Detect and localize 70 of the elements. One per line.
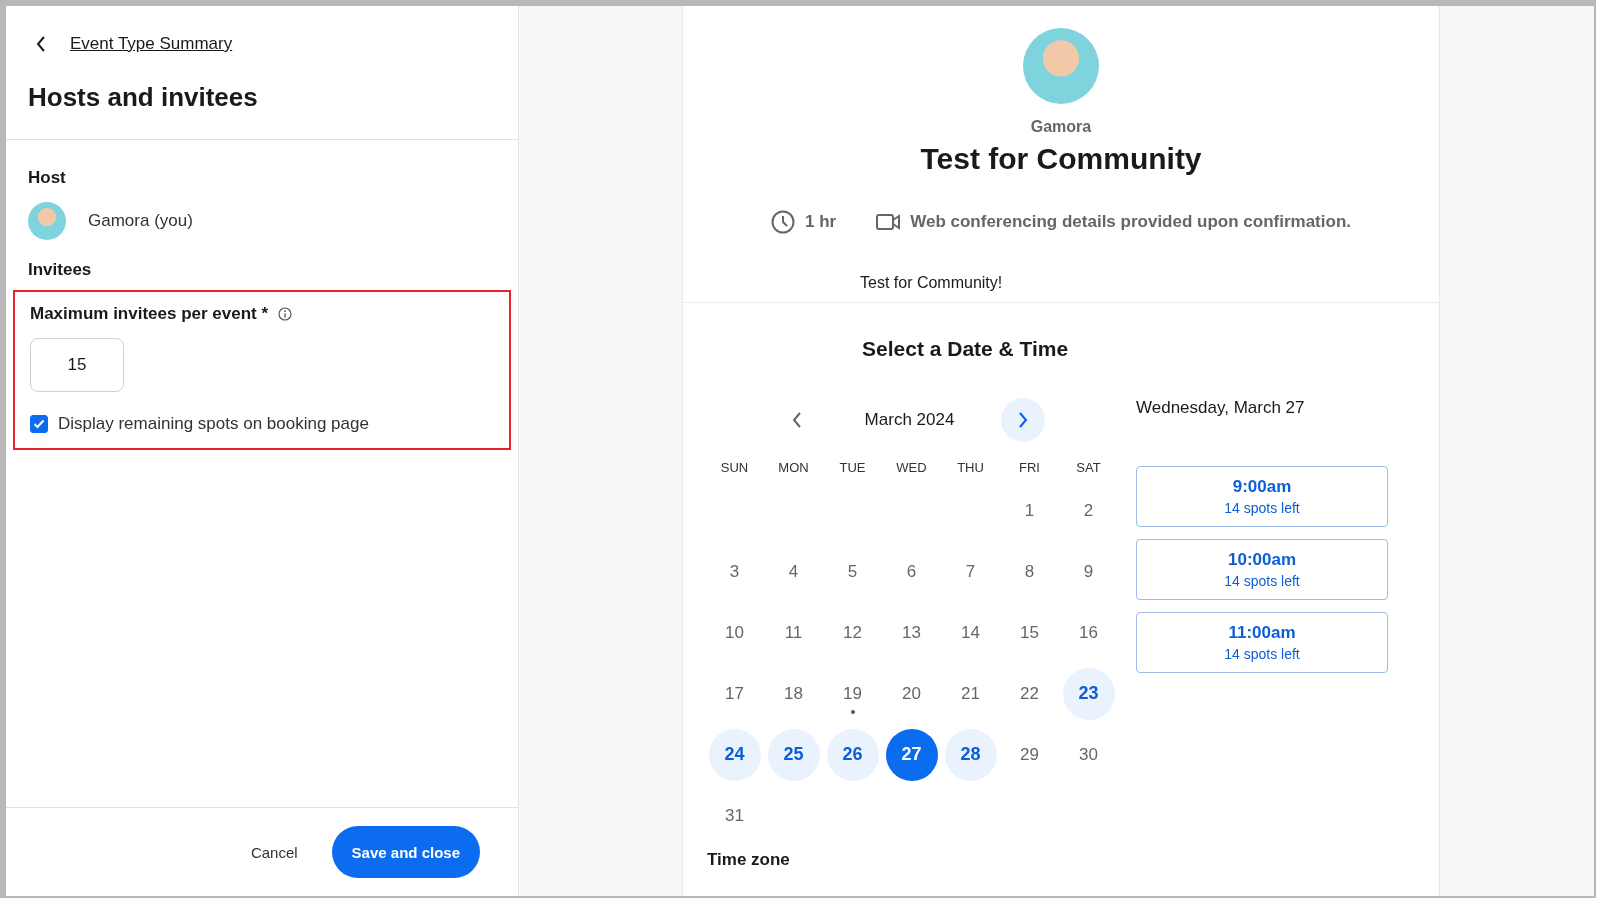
avatar — [28, 202, 66, 240]
date-number: 6 — [905, 560, 918, 583]
date-number: 21 — [960, 682, 981, 705]
duration-text: 1 hr — [805, 212, 837, 232]
chevron-right-icon — [1017, 412, 1028, 428]
weekday-label: SAT — [1075, 460, 1102, 477]
cancel-button[interactable]: Cancel — [244, 837, 304, 867]
time-slot-button[interactable]: 10:00am 14 spots left — [1136, 539, 1388, 600]
date-number: 18 — [783, 682, 804, 705]
info-icon — [278, 307, 293, 321]
chevron-left-icon — [791, 412, 802, 428]
back-link[interactable]: Event Type Summary — [70, 34, 233, 54]
month-label: March 2024 — [863, 410, 956, 430]
weekday-label: SUN — [719, 460, 750, 477]
weekday-label: MON — [777, 460, 810, 477]
checkbox-label: Display remaining spots on booking page — [58, 414, 369, 434]
date-number: 29 — [1019, 743, 1040, 766]
weekday-label: FRI — [1018, 460, 1041, 477]
section-heading: Select a Date & Time — [862, 337, 1070, 361]
date-number: 9 — [1082, 560, 1095, 583]
date-number: 5 — [846, 560, 859, 583]
video-camera-icon — [876, 212, 901, 232]
date-button[interactable]: 26 — [826, 728, 879, 781]
date-number: 8 — [1023, 560, 1036, 583]
section-heading: Host — [28, 168, 67, 188]
event-description: Test for Community! — [860, 274, 1003, 292]
weekday-label: TUE — [838, 460, 867, 477]
date-number: 10 — [724, 621, 745, 644]
host-name: Gamora (you) — [88, 211, 193, 231]
next-month-button[interactable] — [1000, 398, 1045, 442]
checkbox[interactable] — [30, 415, 48, 433]
date-number: 7 — [964, 560, 977, 583]
date-number: 20 — [901, 682, 922, 705]
weekday-label: THU — [956, 460, 985, 477]
chevron-left-icon — [36, 36, 46, 52]
section-heading: Invitees — [28, 260, 93, 280]
date-number: 30 — [1078, 743, 1099, 766]
host-name: Gamora — [1030, 118, 1092, 136]
date-button[interactable]: 25 — [767, 728, 820, 781]
time-slot-button[interactable]: 11:00am 14 spots left — [1136, 612, 1388, 673]
weekday-label: WED — [895, 460, 928, 477]
panel-title: Hosts and invitees — [28, 82, 259, 113]
clock-icon — [771, 210, 795, 234]
date-number: 14 — [960, 621, 981, 644]
date-number: 12 — [842, 621, 863, 644]
date-button[interactable]: 23 — [1062, 667, 1115, 720]
number-field[interactable]: 15 — [30, 338, 124, 392]
date-number: 15 — [1019, 621, 1040, 644]
section-heading: Time zone — [706, 850, 791, 870]
location-text: Web conferencing details provided upon confirmation. — [910, 212, 1351, 232]
checkmark-icon — [33, 419, 45, 429]
date-number: 17 — [724, 682, 745, 705]
date-number: 3 — [728, 560, 741, 583]
date-button[interactable]: 24 — [708, 728, 761, 781]
field-label: Maximum invitees per event * — [30, 304, 269, 324]
date-number: 16 — [1078, 621, 1099, 644]
date-number: 11 — [783, 621, 804, 644]
event-title: Test for Community — [920, 142, 1202, 176]
date-number: 22 — [1019, 682, 1040, 705]
time-slot-button[interactable]: 9:00am 14 spots left — [1136, 466, 1388, 527]
date-number: 2 — [1082, 499, 1095, 522]
date-number: 4 — [787, 560, 800, 583]
date-button[interactable]: 27 — [885, 728, 938, 781]
date-number: 1 — [1023, 499, 1036, 522]
save-button[interactable]: Save and close — [331, 826, 480, 878]
date-number: 13 — [901, 621, 922, 644]
date-number: 31 — [724, 804, 745, 827]
date-number: 19 — [842, 682, 863, 705]
selected-date: Wednesday, March 27 — [1136, 398, 1306, 418]
date-button[interactable]: 28 — [944, 728, 997, 781]
